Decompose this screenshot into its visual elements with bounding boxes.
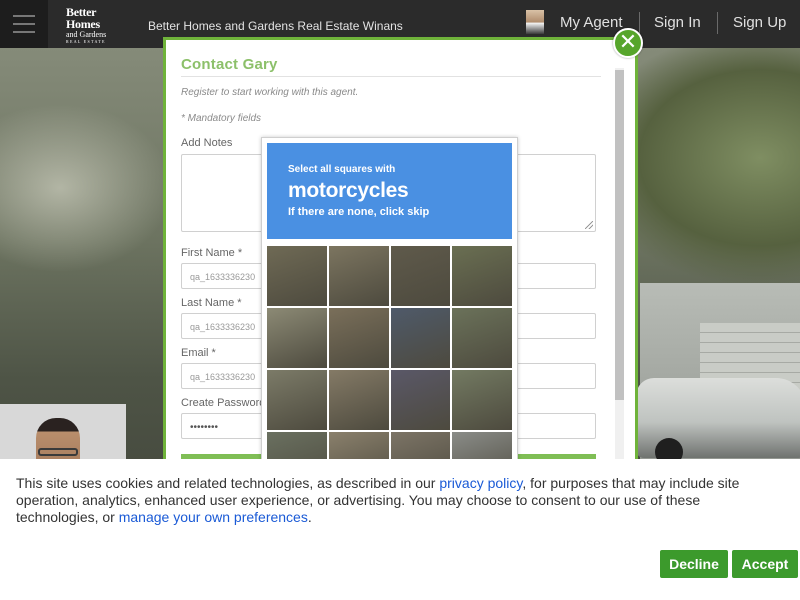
nav-divider (717, 12, 718, 34)
resize-handle-icon[interactable] (585, 221, 593, 229)
email-label: Email * (181, 347, 216, 359)
captcha-tile[interactable] (452, 308, 512, 368)
captcha-tile[interactable] (267, 370, 327, 430)
captcha-tile[interactable] (328, 246, 389, 306)
close-icon[interactable]: ✕ (613, 28, 643, 58)
captcha-tile[interactable] (267, 246, 327, 306)
cookie-message: This site uses cookies and related techn… (16, 475, 776, 526)
captcha-target-word: motorcycles (288, 179, 409, 202)
captcha-tile[interactable] (390, 370, 451, 430)
sign-up-link[interactable]: Sign Up (733, 14, 786, 31)
captcha-instruction-text: Select all squares with (288, 164, 396, 175)
first-name-label: First Name * (181, 247, 243, 259)
cookie-text-part: . (307, 509, 312, 525)
last-name-label: Last Name * (181, 297, 242, 309)
logo-line-2: and Gardens (66, 30, 107, 39)
mandatory-note: * Mandatory fields (181, 113, 262, 124)
scrollbar-thumb[interactable] (615, 70, 624, 400)
manage-preferences-link[interactable]: manage your own preferences (119, 509, 308, 525)
password-label: Create Password (181, 397, 266, 409)
cookie-text-part: This site uses cookies and related techn… (16, 475, 440, 491)
captcha-tile[interactable] (452, 246, 512, 306)
captcha-image-grid (267, 246, 512, 492)
logo-line-3: REAL ESTATE (66, 39, 106, 44)
menu-line (13, 31, 35, 33)
accept-button[interactable]: Accept (732, 550, 798, 578)
menu-line (13, 15, 35, 17)
brokerage-name: Better Homes and Gardens Real Estate Win… (148, 19, 403, 33)
decline-button[interactable]: Decline (660, 550, 728, 578)
captcha-tile[interactable] (267, 308, 327, 368)
captcha-tile[interactable] (390, 246, 451, 306)
nav-divider (639, 12, 640, 34)
brand-logo[interactable]: Better Homes and Gardens REAL ESTATE (66, 5, 132, 44)
captcha-challenge: Select all squares with motorcycles If t… (261, 137, 518, 492)
modal-subtitle: Register to start working with this agen… (181, 87, 359, 98)
privacy-policy-link[interactable]: privacy policy (439, 475, 522, 491)
add-notes-label: Add Notes (181, 137, 233, 149)
my-agent-link[interactable]: My Agent (560, 14, 623, 31)
modal-scrollbar[interactable] (615, 68, 624, 474)
captcha-tile[interactable] (328, 370, 389, 430)
sign-in-link[interactable]: Sign In (654, 14, 701, 31)
hamburger-menu-icon[interactable] (0, 0, 48, 48)
agent-glasses (38, 448, 78, 456)
menu-line (13, 23, 35, 25)
captcha-tile[interactable] (328, 308, 389, 368)
logo-line-1: Better Homes (66, 5, 100, 31)
modal-divider (181, 76, 601, 77)
captcha-instructions: Select all squares with motorcycles If t… (267, 143, 512, 239)
modal-title: Contact Gary (181, 56, 278, 73)
cookie-consent-banner: This site uses cookies and related techn… (0, 459, 800, 600)
captcha-skip-hint: If there are none, click skip (288, 206, 430, 218)
agent-avatar[interactable] (526, 10, 544, 34)
captcha-tile[interactable] (390, 308, 451, 368)
captcha-tile[interactable] (452, 370, 512, 430)
